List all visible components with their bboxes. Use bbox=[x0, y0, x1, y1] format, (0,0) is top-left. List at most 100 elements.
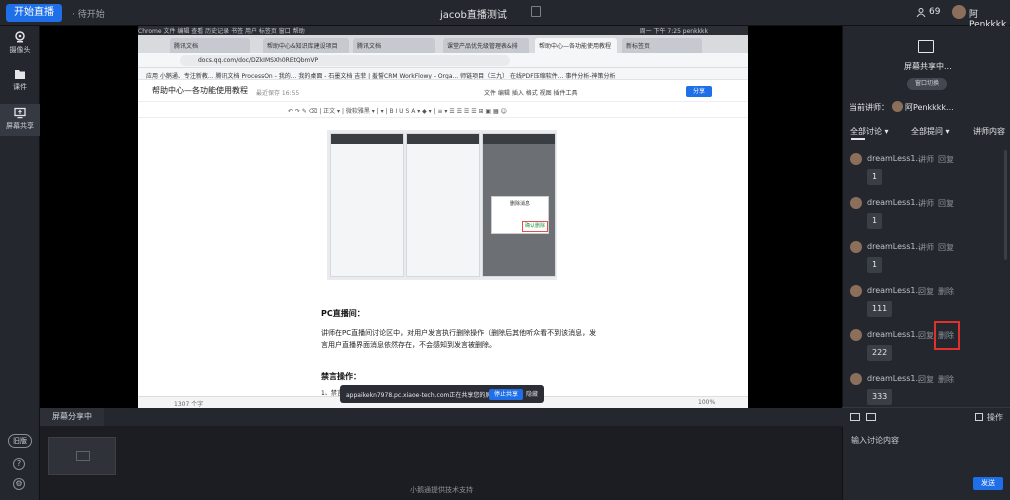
folder-icon[interactable] bbox=[850, 413, 860, 421]
message-author: dreamLess1... bbox=[867, 198, 924, 207]
message-content: 1 bbox=[867, 257, 883, 273]
reply-action[interactable]: 回复 bbox=[938, 154, 954, 165]
list-item: dreamLess1... 讲师 回复 1 bbox=[850, 197, 1000, 241]
settings-icon[interactable]: ⚙ bbox=[13, 478, 25, 490]
doc-title[interactable]: 帮助中心—各功能使用教程 bbox=[152, 85, 248, 96]
avatar bbox=[850, 197, 862, 209]
doc-saved-status: 最近保存 16:55 bbox=[256, 90, 300, 97]
screen-share-label: 屏幕共享 bbox=[6, 122, 34, 130]
url-field[interactable]: docs.qq.com/doc/DZkIMSXh0REtQbmVP bbox=[180, 55, 510, 66]
tab-all-questions[interactable]: 全部提问 ▾ bbox=[911, 126, 950, 137]
user-avatar[interactable] bbox=[952, 5, 966, 19]
section-heading: 禁言操作： bbox=[321, 372, 361, 381]
message-content: 333 bbox=[867, 389, 893, 405]
help-icon[interactable]: ? bbox=[13, 458, 25, 470]
courseware-label: 课件 bbox=[13, 83, 27, 91]
camera-button[interactable]: 摄像头 bbox=[0, 31, 40, 67]
phone-mockup bbox=[330, 133, 404, 277]
monitor-icon bbox=[76, 451, 90, 461]
browser-tab[interactable]: 腾讯文档 bbox=[353, 38, 435, 53]
lecturer-action[interactable]: 讲师 bbox=[918, 198, 934, 209]
screen-share-icon bbox=[918, 40, 934, 53]
folder-icon bbox=[15, 70, 25, 79]
avatar bbox=[850, 241, 862, 253]
paragraph: 言用户直播界面消息依然存在，不会感知到发言被删除。 bbox=[321, 341, 496, 349]
lecturer-action[interactable]: 讲师 bbox=[918, 242, 934, 253]
mac-menubar: Chrome 文件 编辑 查看 历史记录 书签 用户 标签页 窗口 帮助 周一 … bbox=[138, 26, 748, 35]
delete-confirm: 确认删除 bbox=[522, 221, 548, 232]
camera-label: 摄像头 bbox=[9, 46, 31, 54]
message-content: 1 bbox=[867, 213, 883, 229]
browser-tab[interactable]: 新标签页 bbox=[622, 38, 702, 53]
mac-status-text: 周一 下午 7:25 penkkkk bbox=[639, 28, 708, 35]
message-content: 111 bbox=[867, 301, 893, 317]
browser-tab[interactable]: 帮助中心&知识库建设项目 bbox=[263, 38, 349, 53]
viewers-icon bbox=[916, 8, 926, 17]
hide-banner-button[interactable]: 隐藏 bbox=[526, 389, 538, 400]
doc-menu[interactable]: 文件 编辑 插入 格式 视图 插件工具 bbox=[484, 88, 578, 97]
operate-button[interactable]: 操作 bbox=[987, 412, 1003, 423]
format-toolbar[interactable]: ↶ ↷ ✎ ⌫ | 正文 ▾ | 微软雅黑 ▾ | ▾ | B I U S A … bbox=[138, 102, 748, 118]
start-live-button[interactable]: 开始直播 bbox=[6, 4, 62, 22]
sharing-banner-text: appaikekn7978.pc.xiaoe-tech.com正在共享您的屏幕。 bbox=[346, 392, 504, 399]
zoom-level[interactable]: 100% bbox=[698, 399, 715, 406]
bookmarks-bar[interactable]: 应用 小鹅通、专注新教... 腾讯文档 ProcessOn - 我的... 我的… bbox=[138, 68, 748, 80]
message-content: 222 bbox=[867, 345, 893, 361]
message-author: dreamLess1... bbox=[867, 154, 924, 163]
browser-tab[interactable]: 腾讯文档 bbox=[170, 38, 250, 53]
reply-action[interactable]: 回复 bbox=[938, 242, 954, 253]
share-status-title: 屏幕共享中... bbox=[904, 62, 952, 71]
send-button[interactable]: 发送 bbox=[973, 477, 1003, 490]
viewer-count: 69 bbox=[929, 7, 941, 17]
browser-tab-active[interactable]: 帮助中心—各功能使用教程 bbox=[535, 38, 617, 53]
word-count: 1307 个字 bbox=[174, 401, 204, 408]
delete-action[interactable]: 删除 bbox=[938, 286, 954, 297]
paragraph: 讲师在PC直播间讨论区中，对用户发言执行删除操作（删除后其他听众看不到该消息，发 bbox=[321, 329, 597, 337]
discussion-input[interactable]: 输入讨论内容 bbox=[851, 435, 899, 446]
delete-dialog-title: 删除消息 bbox=[509, 201, 530, 207]
live-status: · 待开始 bbox=[72, 10, 105, 20]
reply-action[interactable]: 回复 bbox=[918, 330, 934, 341]
list-item: dreamLess1... 回复 删除 222 bbox=[850, 329, 1000, 373]
message-author: dreamLess1... bbox=[867, 242, 924, 251]
screen-share-icon bbox=[14, 107, 26, 119]
doc-share-button[interactable]: 分享 bbox=[686, 86, 712, 97]
avatar bbox=[850, 329, 862, 341]
avatar bbox=[850, 285, 862, 297]
active-tab-indicator bbox=[851, 138, 865, 140]
message-content: 1 bbox=[867, 169, 883, 185]
lecturer-action[interactable]: 讲师 bbox=[918, 154, 934, 165]
edit-title-icon[interactable] bbox=[531, 6, 541, 17]
tab-lecturer-content[interactable]: 讲师内容 bbox=[973, 126, 1005, 137]
reply-action[interactable]: 回复 bbox=[918, 286, 934, 297]
list-item: dreamLess1... 回复 删除 111 bbox=[850, 285, 1000, 329]
old-version-button[interactable]: 旧版 bbox=[8, 434, 32, 448]
courseware-button[interactable]: 课件 bbox=[0, 68, 40, 104]
mac-menu-text: Chrome 文件 编辑 查看 历史记录 书签 用户 标签页 窗口 帮助 bbox=[138, 28, 305, 35]
screen-sharing-tab[interactable]: 屏幕分享中 bbox=[40, 408, 104, 426]
reply-action[interactable]: 回复 bbox=[938, 198, 954, 209]
bottom-tab-strip bbox=[104, 408, 842, 426]
section-heading: PC直播间： bbox=[321, 309, 365, 318]
message-author: dreamLess1... bbox=[867, 374, 924, 383]
highlight-box bbox=[934, 321, 960, 350]
switch-window-button[interactable]: 窗口切换 bbox=[907, 78, 947, 90]
reply-action[interactable]: 回复 bbox=[918, 374, 934, 385]
chat-scrollbar[interactable] bbox=[1004, 150, 1007, 260]
avatar bbox=[850, 373, 862, 385]
powered-by: 小鹅通提供技术支持 bbox=[410, 486, 473, 494]
lecturer-label: 当前讲师： bbox=[849, 103, 889, 112]
live-title: jacob直播测试 bbox=[440, 10, 507, 21]
image-icon[interactable] bbox=[866, 413, 876, 421]
list-item: dreamLess1... 讲师 回复 1 bbox=[850, 153, 1000, 197]
screen-share-button[interactable]: 屏幕共享 bbox=[0, 104, 40, 136]
browser-tab[interactable]: 课堂产品优先级管理表&排 bbox=[443, 38, 529, 53]
grid-icon[interactable] bbox=[975, 413, 983, 421]
lecturer-name[interactable]: 阿Penkkkk... bbox=[905, 102, 954, 113]
stop-share-button[interactable]: 停止共享 bbox=[489, 389, 523, 400]
delete-action[interactable]: 删除 bbox=[938, 374, 954, 385]
message-author: dreamLess1... bbox=[867, 330, 924, 339]
tab-all-discussion[interactable]: 全部讨论 ▾ bbox=[850, 126, 889, 137]
avatar bbox=[850, 153, 862, 165]
message-author: dreamLess1... bbox=[867, 286, 924, 295]
